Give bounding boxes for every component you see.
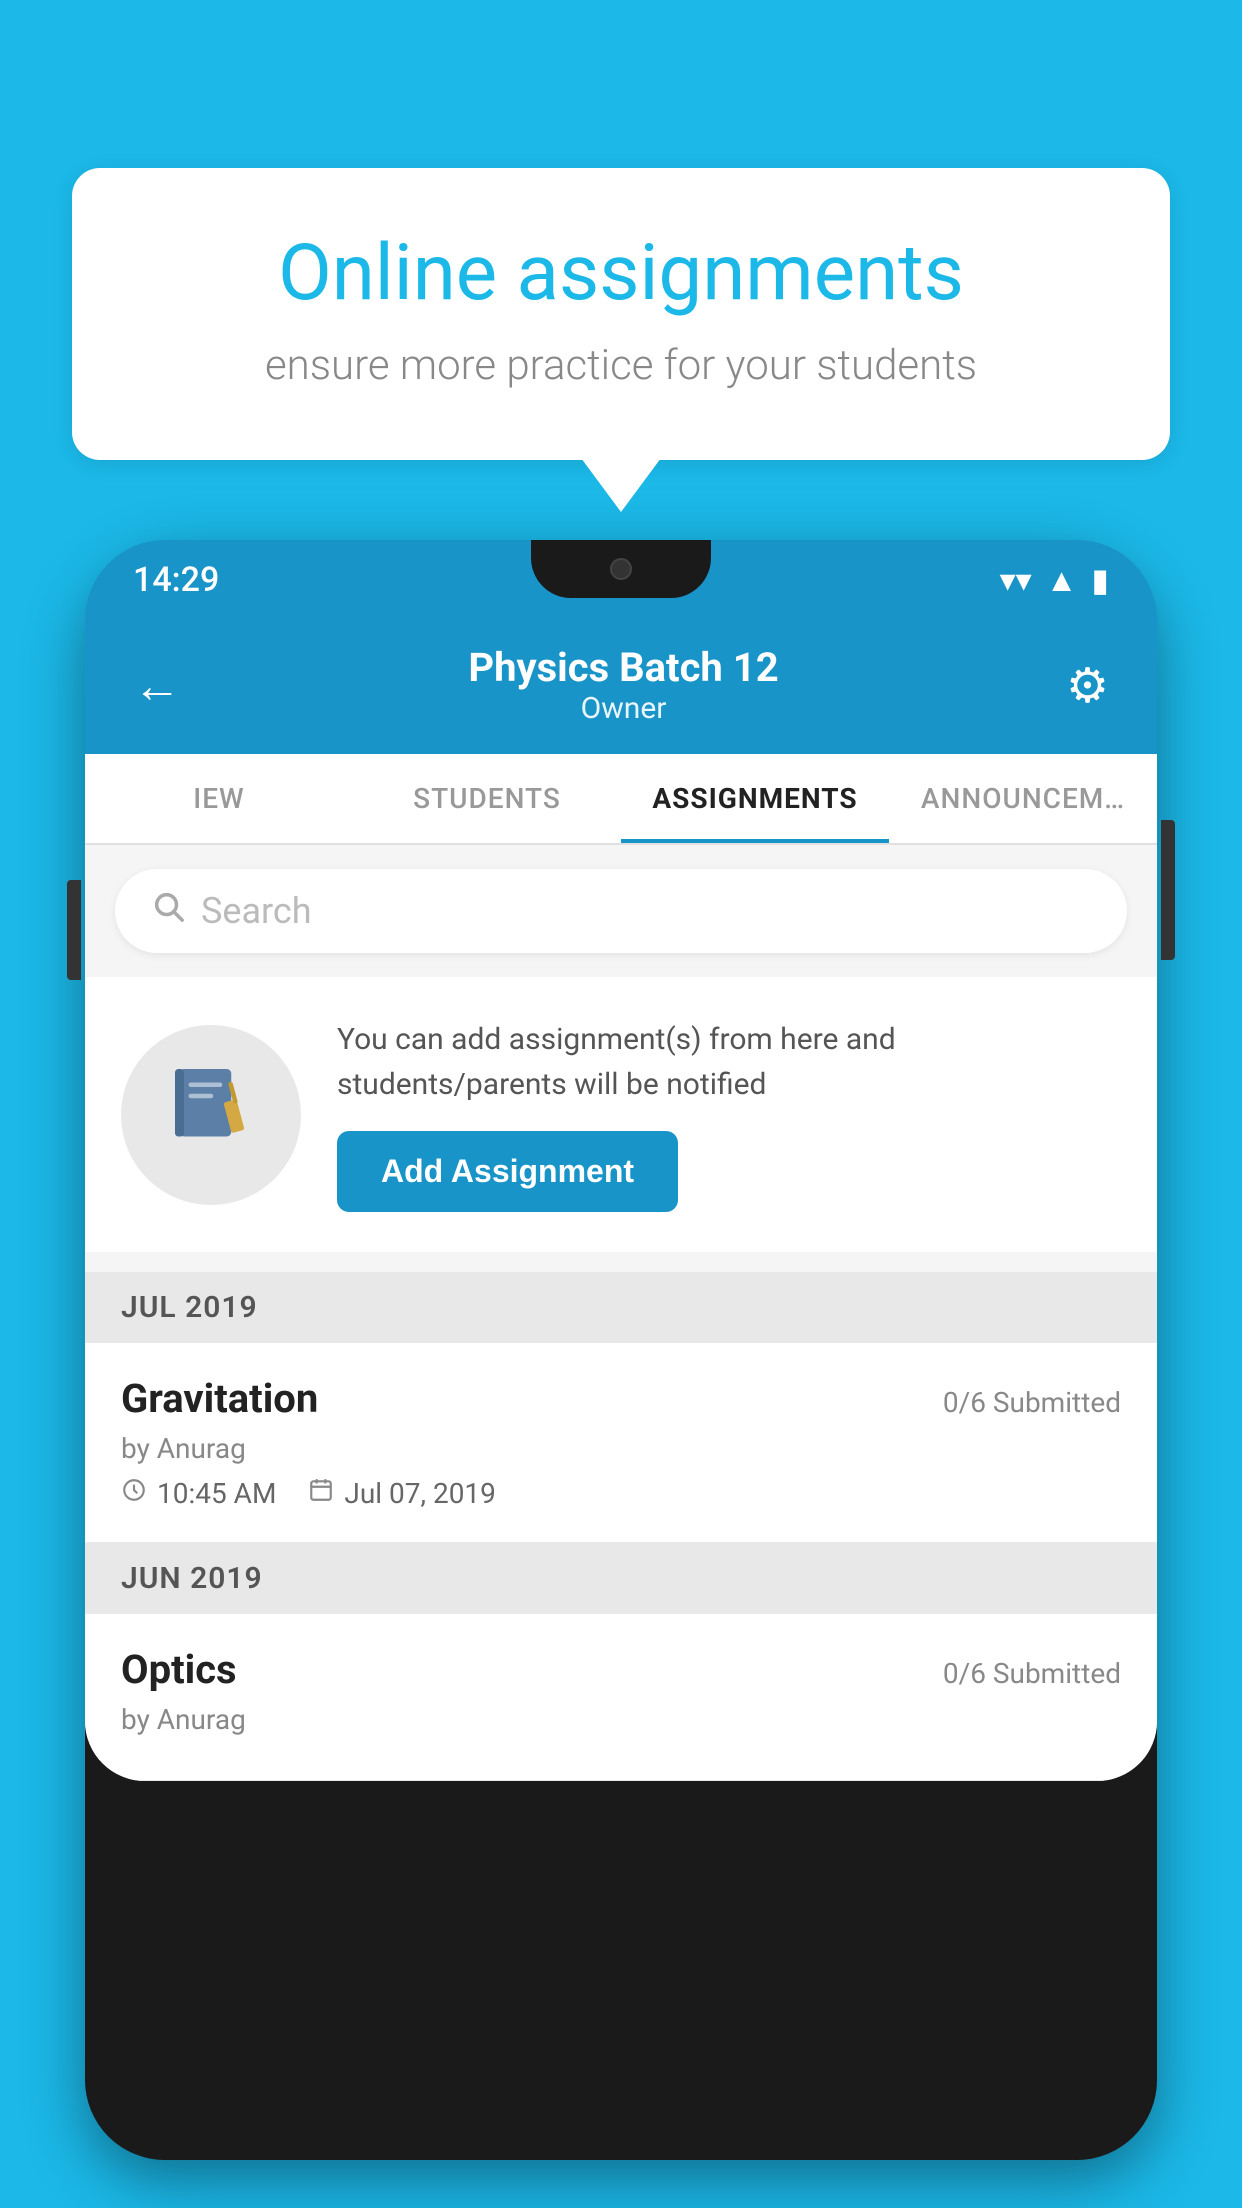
bubble-title: Online assignments <box>152 228 1090 319</box>
search-icon <box>151 889 185 933</box>
tab-iew[interactable]: IEW <box>85 754 353 843</box>
volume-button <box>67 880 81 980</box>
assignment-by: by Anurag <box>121 1432 1121 1465</box>
settings-icon[interactable]: ⚙ <box>1066 657 1109 714</box>
assignment-top: Gravitation 0/6 Submitted <box>121 1375 1121 1422</box>
promo-icon-circle <box>121 1025 301 1205</box>
back-button[interactable]: ← <box>133 657 181 714</box>
header-title-block: Physics Batch 12 Owner <box>468 644 778 726</box>
tabs-bar: IEW STUDENTS ASSIGNMENTS ANNOUNCEM… <box>85 754 1157 845</box>
phone-screen: ← Physics Batch 12 Owner ⚙ IEW STUDENTS … <box>85 620 1157 1781</box>
tab-announcements[interactable]: ANNOUNCEM… <box>889 754 1157 843</box>
assignment-optics[interactable]: Optics 0/6 Submitted by Anurag <box>85 1614 1157 1781</box>
phone-outer: 14:29 ▾▾ ▲ ▮ ← Physics Batch 12 Owner ⚙ <box>85 540 1157 2160</box>
power-button <box>1161 820 1175 960</box>
phone-wrapper: 14:29 ▾▾ ▲ ▮ ← Physics Batch 12 Owner ⚙ <box>85 540 1157 2208</box>
search-bar[interactable]: Search <box>115 869 1127 953</box>
meta-date: Jul 07, 2019 <box>308 1477 496 1510</box>
promo-text-block: You can add assignment(s) from here and … <box>337 1017 1121 1212</box>
assignment-submitted-optics: 0/6 Submitted <box>943 1657 1121 1690</box>
notebook-icon <box>166 1060 256 1170</box>
assignment-name: Gravitation <box>121 1375 318 1422</box>
calendar-icon <box>308 1477 334 1510</box>
wifi-icon: ▾▾ <box>1000 561 1032 599</box>
assignment-time: 10:45 AM <box>157 1477 276 1510</box>
assignment-name-optics: Optics <box>121 1646 237 1693</box>
search-placeholder: Search <box>201 890 312 932</box>
batch-subtitle: Owner <box>468 691 778 726</box>
signal-icon: ▲ <box>1046 561 1078 599</box>
clock-icon <box>121 1477 147 1510</box>
assignment-submitted: 0/6 Submitted <box>943 1386 1121 1419</box>
assignment-by-optics: by Anurag <box>121 1703 1121 1736</box>
assignment-meta: 10:45 AM Jul 07, 2019 <box>121 1477 1121 1510</box>
tab-assignments[interactable]: ASSIGNMENTS <box>621 754 889 843</box>
promo-block: You can add assignment(s) from here and … <box>85 977 1157 1252</box>
battery-icon: ▮ <box>1091 561 1109 599</box>
assignment-date: Jul 07, 2019 <box>344 1477 496 1510</box>
speech-bubble-container: Online assignments ensure more practice … <box>72 168 1170 460</box>
section-jul-2019: JUL 2019 <box>85 1272 1157 1343</box>
assignment-top-optics: Optics 0/6 Submitted <box>121 1646 1121 1693</box>
bubble-subtitle: ensure more practice for your students <box>152 341 1090 390</box>
batch-title: Physics Batch 12 <box>468 644 778 691</box>
promo-description: You can add assignment(s) from here and … <box>337 1017 1121 1107</box>
status-bar: 14:29 ▾▾ ▲ ▮ <box>85 540 1157 620</box>
status-icons: ▾▾ ▲ ▮ <box>1000 561 1109 599</box>
tab-students[interactable]: STUDENTS <box>353 754 621 843</box>
assignment-gravitation[interactable]: Gravitation 0/6 Submitted by Anurag 10:4… <box>85 1343 1157 1543</box>
camera <box>610 558 632 580</box>
meta-time: 10:45 AM <box>121 1477 276 1510</box>
app-header: ← Physics Batch 12 Owner ⚙ <box>85 620 1157 754</box>
status-time: 14:29 <box>133 560 219 600</box>
section-jun-2019: JUN 2019 <box>85 1543 1157 1614</box>
add-assignment-button[interactable]: Add Assignment <box>337 1131 678 1212</box>
speech-bubble: Online assignments ensure more practice … <box>72 168 1170 460</box>
notch <box>531 540 711 598</box>
